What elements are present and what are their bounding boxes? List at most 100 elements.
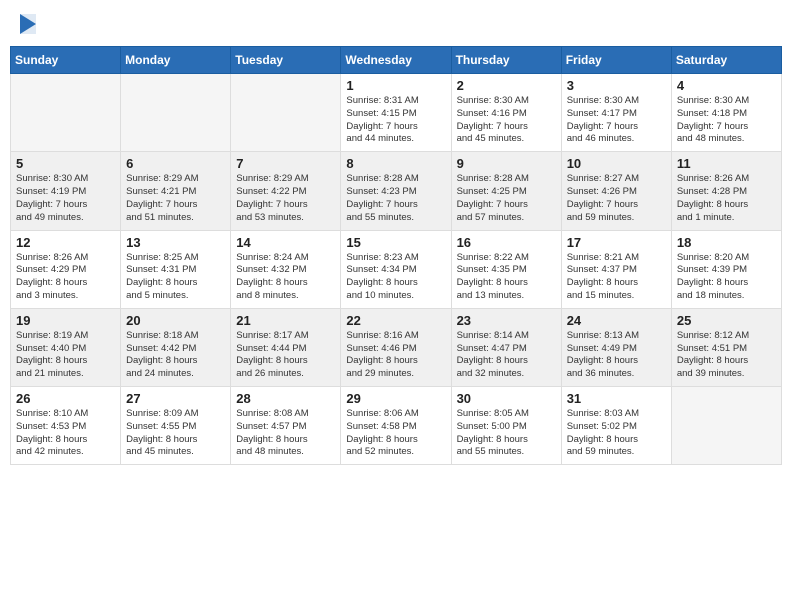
day-info: Sunrise: 8:06 AM Sunset: 4:58 PM Dayligh… bbox=[346, 408, 445, 459]
day-info: Sunrise: 8:28 AM Sunset: 4:23 PM Dayligh… bbox=[346, 173, 445, 224]
day-number: 29 bbox=[346, 391, 445, 406]
day-info: Sunrise: 8:20 AM Sunset: 4:39 PM Dayligh… bbox=[677, 252, 776, 303]
day-info: Sunrise: 8:30 AM Sunset: 4:18 PM Dayligh… bbox=[677, 95, 776, 146]
calendar-cell: 7 Sunrise: 8:29 AM Sunset: 4:22 PM Daylig… bbox=[231, 152, 341, 230]
day-number: 13 bbox=[126, 235, 225, 250]
day-of-week-thursday: Thursday bbox=[451, 47, 561, 74]
day-of-week-saturday: Saturday bbox=[671, 47, 781, 74]
calendar-cell: 13Sunrise: 8:25 AM Sunset: 4:31 PM Dayli… bbox=[121, 230, 231, 308]
day-info: Sunrise: 8:28 AM Sunset: 4:25 PM Dayligh… bbox=[457, 173, 556, 224]
day-number: 16 bbox=[457, 235, 556, 250]
day-number: 31 bbox=[567, 391, 666, 406]
day-number: 12 bbox=[16, 235, 115, 250]
calendar-cell: 29 Sunrise: 8:06 AM Sunset: 4:58 PM Dayli… bbox=[341, 387, 451, 465]
day-number: 19 bbox=[16, 313, 115, 328]
day-info: Sunrise: 8:30 AM Sunset: 4:17 PM Dayligh… bbox=[567, 95, 666, 146]
day-number: 30 bbox=[457, 391, 556, 406]
day-number: 6 bbox=[126, 156, 225, 171]
day-number: 11 bbox=[677, 156, 776, 171]
day-info: Sunrise: 8:30 AM Sunset: 4:19 PM Dayligh… bbox=[16, 173, 115, 224]
day-info: Sunrise: 8:21 AM Sunset: 4:37 PM Dayligh… bbox=[567, 252, 666, 303]
calendar-cell: 31 Sunrise: 8:03 AM Sunset: 5:02 PM Dayli… bbox=[561, 387, 671, 465]
week-row-3: 12Sunrise: 8:26 AM Sunset: 4:29 PM Dayli… bbox=[11, 230, 782, 308]
calendar-cell: 22 Sunrise: 8:16 AM Sunset: 4:46 PM Dayli… bbox=[341, 308, 451, 386]
day-info: Sunrise: 8:14 AM Sunset: 4:47 PM Dayligh… bbox=[457, 330, 556, 381]
week-row-4: 19Sunrise: 8:19 AM Sunset: 4:40 PM Dayli… bbox=[11, 308, 782, 386]
calendar-cell: 10 Sunrise: 8:27 AM Sunset: 4:26 PM Dayli… bbox=[561, 152, 671, 230]
day-number: 24 bbox=[567, 313, 666, 328]
calendar-cell bbox=[121, 74, 231, 152]
week-row-2: 5Sunrise: 8:30 AM Sunset: 4:19 PM Daylig… bbox=[11, 152, 782, 230]
calendar-cell: 3 Sunrise: 8:30 AM Sunset: 4:17 PM Daylig… bbox=[561, 74, 671, 152]
day-number: 9 bbox=[457, 156, 556, 171]
calendar-cell: 8 Sunrise: 8:28 AM Sunset: 4:23 PM Daylig… bbox=[341, 152, 451, 230]
calendar-cell: 20 Sunrise: 8:18 AM Sunset: 4:42 PM Dayli… bbox=[121, 308, 231, 386]
calendar-cell: 17 Sunrise: 8:21 AM Sunset: 4:37 PM Dayli… bbox=[561, 230, 671, 308]
day-number: 1 bbox=[346, 78, 445, 93]
day-number: 2 bbox=[457, 78, 556, 93]
day-number: 26 bbox=[16, 391, 115, 406]
week-row-1: 1Sunrise: 8:31 AM Sunset: 4:15 PM Daylig… bbox=[11, 74, 782, 152]
calendar-cell: 1Sunrise: 8:31 AM Sunset: 4:15 PM Daylig… bbox=[341, 74, 451, 152]
day-number: 20 bbox=[126, 313, 225, 328]
days-of-week-row: SundayMondayTuesdayWednesdayThursdayFrid… bbox=[11, 47, 782, 74]
day-info: Sunrise: 8:03 AM Sunset: 5:02 PM Dayligh… bbox=[567, 408, 666, 459]
day-info: Sunrise: 8:27 AM Sunset: 4:26 PM Dayligh… bbox=[567, 173, 666, 224]
day-info: Sunrise: 8:23 AM Sunset: 4:34 PM Dayligh… bbox=[346, 252, 445, 303]
day-info: Sunrise: 8:29 AM Sunset: 4:22 PM Dayligh… bbox=[236, 173, 335, 224]
calendar-cell: 24 Sunrise: 8:13 AM Sunset: 4:49 PM Dayli… bbox=[561, 308, 671, 386]
calendar-cell: 26 Sunrise: 8:10 AM Sunset: 4:53 PM Dayli… bbox=[11, 387, 121, 465]
calendar-cell: 14 Sunrise: 8:24 AM Sunset: 4:32 PM Dayli… bbox=[231, 230, 341, 308]
day-info: Sunrise: 8:12 AM Sunset: 4:51 PM Dayligh… bbox=[677, 330, 776, 381]
logo bbox=[14, 10, 38, 38]
calendar-cell: 19Sunrise: 8:19 AM Sunset: 4:40 PM Dayli… bbox=[11, 308, 121, 386]
day-info: Sunrise: 8:16 AM Sunset: 4:46 PM Dayligh… bbox=[346, 330, 445, 381]
calendar-cell: 4Sunrise: 8:30 AM Sunset: 4:18 PM Daylig… bbox=[671, 74, 781, 152]
day-of-week-wednesday: Wednesday bbox=[341, 47, 451, 74]
calendar-cell: 6 Sunrise: 8:29 AM Sunset: 4:21 PM Daylig… bbox=[121, 152, 231, 230]
day-info: Sunrise: 8:24 AM Sunset: 4:32 PM Dayligh… bbox=[236, 252, 335, 303]
day-info: Sunrise: 8:26 AM Sunset: 4:28 PM Dayligh… bbox=[677, 173, 776, 224]
day-info: Sunrise: 8:13 AM Sunset: 4:49 PM Dayligh… bbox=[567, 330, 666, 381]
day-info: Sunrise: 8:17 AM Sunset: 4:44 PM Dayligh… bbox=[236, 330, 335, 381]
day-info: Sunrise: 8:09 AM Sunset: 4:55 PM Dayligh… bbox=[126, 408, 225, 459]
calendar-cell bbox=[671, 387, 781, 465]
page-header bbox=[10, 10, 782, 38]
day-info: Sunrise: 8:22 AM Sunset: 4:35 PM Dayligh… bbox=[457, 252, 556, 303]
day-number: 28 bbox=[236, 391, 335, 406]
day-number: 8 bbox=[346, 156, 445, 171]
day-number: 21 bbox=[236, 313, 335, 328]
day-number: 10 bbox=[567, 156, 666, 171]
day-info: Sunrise: 8:05 AM Sunset: 5:00 PM Dayligh… bbox=[457, 408, 556, 459]
calendar-cell: 30 Sunrise: 8:05 AM Sunset: 5:00 PM Dayli… bbox=[451, 387, 561, 465]
week-row-5: 26 Sunrise: 8:10 AM Sunset: 4:53 PM Dayli… bbox=[11, 387, 782, 465]
day-info: Sunrise: 8:08 AM Sunset: 4:57 PM Dayligh… bbox=[236, 408, 335, 459]
day-info: Sunrise: 8:30 AM Sunset: 4:16 PM Dayligh… bbox=[457, 95, 556, 146]
logo-icon bbox=[16, 10, 38, 38]
day-info: Sunrise: 8:10 AM Sunset: 4:53 PM Dayligh… bbox=[16, 408, 115, 459]
day-info: Sunrise: 8:29 AM Sunset: 4:21 PM Dayligh… bbox=[126, 173, 225, 224]
calendar-cell: 15Sunrise: 8:23 AM Sunset: 4:34 PM Dayli… bbox=[341, 230, 451, 308]
day-number: 17 bbox=[567, 235, 666, 250]
calendar-cell: 25Sunrise: 8:12 AM Sunset: 4:51 PM Dayli… bbox=[671, 308, 781, 386]
calendar-cell: 16 Sunrise: 8:22 AM Sunset: 4:35 PM Dayli… bbox=[451, 230, 561, 308]
calendar-cell: 9 Sunrise: 8:28 AM Sunset: 4:25 PM Daylig… bbox=[451, 152, 561, 230]
day-of-week-friday: Friday bbox=[561, 47, 671, 74]
calendar-cell: 12Sunrise: 8:26 AM Sunset: 4:29 PM Dayli… bbox=[11, 230, 121, 308]
calendar-cell: 11 Sunrise: 8:26 AM Sunset: 4:28 PM Dayli… bbox=[671, 152, 781, 230]
day-number: 27 bbox=[126, 391, 225, 406]
day-number: 14 bbox=[236, 235, 335, 250]
calendar-cell: 28 Sunrise: 8:08 AM Sunset: 4:57 PM Dayli… bbox=[231, 387, 341, 465]
day-number: 3 bbox=[567, 78, 666, 93]
day-number: 7 bbox=[236, 156, 335, 171]
day-of-week-sunday: Sunday bbox=[11, 47, 121, 74]
calendar-cell bbox=[231, 74, 341, 152]
calendar-cell bbox=[11, 74, 121, 152]
day-number: 22 bbox=[346, 313, 445, 328]
day-of-week-monday: Monday bbox=[121, 47, 231, 74]
day-info: Sunrise: 8:18 AM Sunset: 4:42 PM Dayligh… bbox=[126, 330, 225, 381]
calendar-cell: 2 Sunrise: 8:30 AM Sunset: 4:16 PM Daylig… bbox=[451, 74, 561, 152]
calendar-table: SundayMondayTuesdayWednesdayThursdayFrid… bbox=[10, 46, 782, 465]
calendar-cell: 27 Sunrise: 8:09 AM Sunset: 4:55 PM Dayli… bbox=[121, 387, 231, 465]
day-number: 18 bbox=[677, 235, 776, 250]
